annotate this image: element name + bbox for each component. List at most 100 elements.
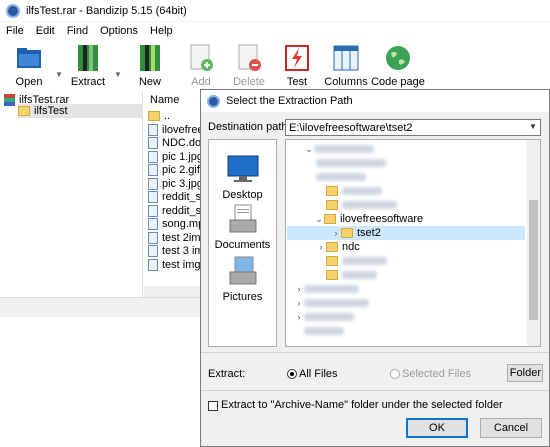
- extract-label: Extract: [70, 76, 106, 88]
- open-button[interactable]: Open: [3, 42, 55, 90]
- menu-options[interactable]: Options: [94, 25, 144, 37]
- redacted-text: [342, 257, 387, 265]
- open-folder-icon: [17, 48, 41, 68]
- tree-folder-label: ilfsTest: [34, 105, 68, 117]
- cancel-button[interactable]: Cancel: [480, 418, 542, 438]
- documents-icon: [229, 204, 256, 233]
- list-item[interactable]: reddit_sub: [148, 204, 204, 217]
- file-name: pic 2.gif: [162, 163, 200, 176]
- tree-item-blurred[interactable]: ⌄: [304, 142, 374, 156]
- test-button[interactable]: Test: [271, 42, 323, 90]
- new-folder-button[interactable]: New Folder: [507, 364, 543, 382]
- tree-item-tset2[interactable]: › tset2: [287, 226, 525, 240]
- tree-item-blurred[interactable]: [304, 324, 344, 338]
- rar-archive-icon: [4, 94, 15, 106]
- place-documents[interactable]: Documents: [209, 204, 276, 251]
- list-item[interactable]: ilovefreesoftware: [148, 123, 204, 136]
- test-label: Test: [286, 76, 308, 88]
- folder-label-ndc: ndc: [342, 241, 360, 253]
- folder-icon: [326, 256, 338, 266]
- menu-help[interactable]: Help: [144, 25, 179, 37]
- folder-icon: [326, 186, 338, 196]
- delete-button[interactable]: Delete: [223, 42, 275, 90]
- file-name: test img.png: [162, 258, 204, 271]
- tree-item-blurred[interactable]: ›: [294, 296, 369, 310]
- extract-archive-icon: [78, 45, 98, 71]
- archive-name-checkbox[interactable]: [208, 401, 218, 411]
- redacted-text: [304, 327, 344, 335]
- folder-icon: [326, 270, 338, 280]
- menu-edit[interactable]: Edit: [30, 25, 61, 37]
- list-item[interactable]: song.mp3: [148, 217, 204, 230]
- extract-button[interactable]: Extract: [62, 42, 114, 90]
- file-list-horizontal-scrollbar[interactable]: [144, 286, 202, 297]
- list-item[interactable]: NDC.docx: [148, 136, 204, 149]
- list-item[interactable]: test 3 img.png: [148, 244, 204, 257]
- list-item[interactable]: pic 2.gif: [148, 163, 204, 176]
- file-icon: [148, 204, 158, 217]
- file-icon: [148, 150, 158, 163]
- file-list: Name .. ilovefreesoftware NDC.docx pic 1…: [144, 92, 204, 297]
- scrollbar-thumb[interactable]: [529, 200, 538, 320]
- menu-bar: File Edit Find Options Help: [0, 22, 550, 39]
- destination-path-input[interactable]: [285, 119, 541, 136]
- place-desktop[interactable]: Desktop: [209, 154, 276, 201]
- chevron-down-icon[interactable]: ▼: [529, 122, 537, 131]
- file-name: reddit_save: [162, 190, 204, 203]
- folder-tree-vertical-scrollbar[interactable]: [527, 140, 540, 346]
- file-name: pic 3.jpg: [162, 177, 203, 190]
- radio-selected-files[interactable]: [390, 369, 400, 379]
- tree-item-blurred[interactable]: [316, 170, 366, 184]
- ok-button[interactable]: OK: [406, 418, 468, 438]
- tree-item-blurred[interactable]: ›: [294, 282, 359, 296]
- list-item[interactable]: reddit_save: [148, 190, 204, 203]
- add-file-icon: [190, 44, 213, 71]
- file-name: test 3 img.png: [162, 244, 204, 257]
- place-pictures[interactable]: Pictures: [209, 256, 276, 303]
- status-bar: [0, 297, 202, 317]
- folder-icon: [326, 200, 338, 210]
- columns-button[interactable]: Columns: [320, 42, 372, 90]
- file-icon: [148, 163, 158, 176]
- file-icon: [148, 190, 158, 203]
- redacted-text: [304, 313, 354, 321]
- codepage-button[interactable]: Code page: [371, 42, 425, 90]
- menu-file[interactable]: File: [0, 25, 30, 37]
- add-label: Add: [191, 76, 211, 88]
- desktop-icon: [227, 155, 258, 182]
- list-item[interactable]: pic 3.jpg: [148, 177, 204, 190]
- extract-dropdown-icon[interactable]: ▼: [114, 70, 122, 79]
- file-icon: [148, 244, 158, 257]
- file-name: test 2img.png: [162, 231, 204, 244]
- list-item[interactable]: ..: [148, 109, 204, 122]
- tree-item-blurred[interactable]: [326, 198, 397, 212]
- file-icon: [148, 123, 158, 136]
- tree-item-blurred[interactable]: [326, 184, 382, 198]
- add-button[interactable]: Add: [175, 42, 227, 90]
- file-icon: [148, 231, 158, 244]
- tree-item-ilovefreesoftware[interactable]: ⌄ ilovefreesoftware: [314, 212, 423, 226]
- title-bar: ilfsTest.rar - Bandizip 5.15 (64bit): [0, 0, 550, 22]
- tree-item-ndc[interactable]: › ndc: [316, 240, 360, 254]
- list-item[interactable]: pic 1.jpg: [148, 150, 204, 163]
- tree-item-blurred[interactable]: [316, 156, 386, 170]
- redacted-text: [304, 299, 369, 307]
- selected-files-label[interactable]: Selected Files: [402, 368, 471, 380]
- file-name: pic 1.jpg: [162, 150, 203, 163]
- file-name: song.mp3: [162, 217, 204, 230]
- new-button[interactable]: New: [124, 42, 176, 90]
- tree-folder-ilfstest[interactable]: ilfsTest: [18, 104, 143, 118]
- file-name: reddit_sub: [162, 204, 204, 217]
- tree-item-blurred[interactable]: [326, 268, 377, 282]
- list-item[interactable]: test img.png: [148, 258, 204, 271]
- bandizip-logo-icon: [207, 94, 220, 108]
- column-header-name[interactable]: Name: [150, 94, 179, 106]
- archive-name-checkbox-label[interactable]: Extract to "Archive-Name" folder under t…: [221, 399, 503, 411]
- chevron-right-icon: ›: [319, 242, 323, 252]
- list-item[interactable]: test 2img.png: [148, 231, 204, 244]
- menu-find[interactable]: Find: [61, 25, 94, 37]
- all-files-label[interactable]: All Files: [299, 368, 338, 380]
- tree-item-blurred[interactable]: [326, 254, 387, 268]
- radio-all-files[interactable]: [287, 369, 297, 379]
- tree-item-blurred[interactable]: ›: [294, 310, 354, 324]
